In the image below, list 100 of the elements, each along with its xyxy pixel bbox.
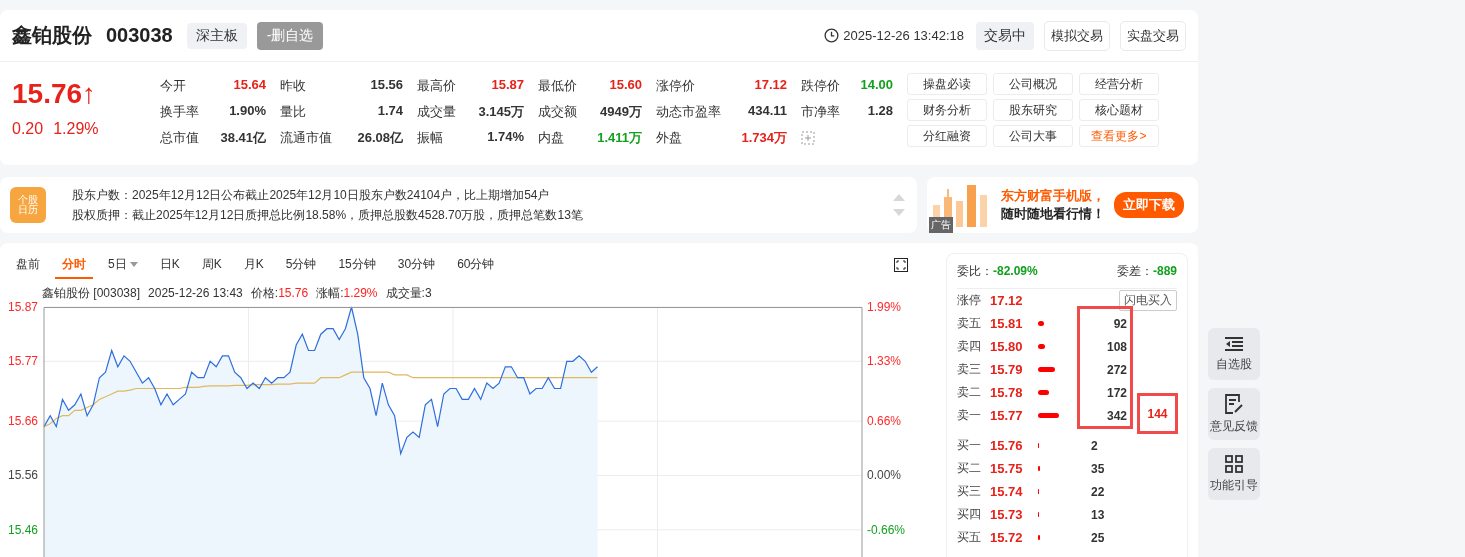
level-price: 15.78 bbox=[990, 385, 1024, 400]
grid-icon bbox=[1225, 454, 1243, 473]
level-price: 15.81 bbox=[990, 316, 1024, 331]
level-volume: 35 bbox=[1090, 461, 1106, 476]
stat-value: 15.56 bbox=[370, 77, 403, 94]
stat-value: 434.11 bbox=[747, 103, 787, 120]
trade-button[interactable]: 实盘交易 bbox=[1120, 20, 1186, 51]
current-price: 15.76↑ bbox=[12, 77, 98, 111]
ad-banner[interactable]: 广告 东方财富手机版， 随时随地看行情！ 立即下载 bbox=[927, 177, 1198, 233]
level-volume: 22 bbox=[1090, 484, 1106, 499]
level-label: 卖三 bbox=[957, 361, 982, 378]
level-label: 卖二 bbox=[957, 384, 982, 401]
stat-label: 最高价 bbox=[417, 77, 456, 95]
trade-button[interactable]: 模拟交易 bbox=[1044, 20, 1110, 51]
level-label: 卖四 bbox=[957, 338, 982, 355]
chart-tab[interactable]: 月K bbox=[236, 255, 271, 279]
stat-value: 15.60 bbox=[609, 77, 642, 94]
trading-status: 交易中 bbox=[976, 21, 1034, 50]
add-icon[interactable] bbox=[801, 131, 815, 145]
stat-label: 成交量 bbox=[417, 103, 456, 121]
stat-label: 最低价 bbox=[538, 77, 577, 95]
ad-label: 广告 bbox=[929, 217, 953, 233]
level-volume: 2 bbox=[1090, 438, 1099, 453]
stat-label: 涨停价 bbox=[656, 77, 695, 95]
chart-info: 成交量:3 bbox=[385, 286, 432, 300]
stat-value: 15.87 bbox=[491, 77, 524, 94]
quick-link[interactable]: 财务分析 bbox=[907, 99, 987, 121]
price-change: 0.20 bbox=[12, 120, 44, 138]
side-tool-button[interactable]: 自选股 bbox=[1208, 328, 1260, 380]
level-volume: 13 bbox=[1090, 507, 1106, 522]
stat-label: 市净率 bbox=[801, 103, 840, 121]
percent-axis-label: 1.99% bbox=[867, 300, 902, 314]
stat-value: 1.90% bbox=[229, 103, 266, 120]
stat-value: 1.411万 bbox=[597, 129, 642, 147]
level-price: 15.76 bbox=[990, 438, 1024, 453]
stat-label: 成交额 bbox=[538, 103, 577, 121]
stat-value: 15.64 bbox=[233, 77, 266, 94]
quick-link[interactable]: 股东研究 bbox=[993, 99, 1073, 121]
side-tool-button[interactable]: 意见反馈 bbox=[1208, 388, 1260, 440]
stock-code: 003038 bbox=[106, 24, 173, 47]
level-price: 15.80 bbox=[990, 339, 1024, 354]
ad-headline: 东方财富手机版， bbox=[1001, 187, 1105, 205]
chart-tab[interactable]: 5分钟 bbox=[278, 255, 324, 279]
quick-link[interactable]: 公司概况 bbox=[993, 73, 1073, 95]
chart-tab[interactable]: 30分钟 bbox=[390, 255, 443, 279]
stat-label: 量比 bbox=[280, 103, 306, 121]
stat-label: 换手率 bbox=[160, 103, 199, 121]
chart-tab[interactable]: 60分钟 bbox=[450, 255, 502, 279]
level-price: 15.73 bbox=[990, 507, 1024, 522]
stat-value: 26.08亿 bbox=[357, 129, 403, 147]
stat-label: 今开 bbox=[160, 77, 186, 95]
order-ratio: 委比：-82.09% bbox=[957, 262, 1038, 280]
chart-info: 鑫铂股份 [003038] bbox=[42, 286, 141, 300]
side-tool-button[interactable]: 功能引导 bbox=[1208, 448, 1260, 500]
chart-info: 涨幅:1.29% bbox=[316, 286, 378, 300]
level-volume: 108 bbox=[1105, 339, 1127, 354]
stat-label: 跌停价 bbox=[801, 77, 840, 95]
clock-icon bbox=[824, 28, 840, 43]
scroll-down-icon[interactable] bbox=[893, 209, 905, 217]
chart-tab[interactable]: 周K bbox=[194, 255, 229, 279]
percent-change: 1.29% bbox=[53, 120, 99, 138]
scroll-up-icon[interactable] bbox=[893, 193, 905, 201]
chart-tab[interactable]: 15分钟 bbox=[331, 255, 383, 279]
level-label: 买一 bbox=[957, 437, 982, 454]
stat-value: 3.145万 bbox=[478, 103, 524, 121]
stat-label: 流通市值 bbox=[280, 129, 332, 147]
stat-value: 1.28 bbox=[867, 103, 893, 120]
volume-bar bbox=[1038, 321, 1044, 326]
fullscreen-icon[interactable] bbox=[894, 258, 908, 272]
stock-name: 鑫铂股份 bbox=[12, 23, 92, 48]
quick-link[interactable]: 核心题材 bbox=[1079, 99, 1159, 121]
flash-buy-button[interactable]: 闪电买入 bbox=[1119, 290, 1177, 311]
level-volume: 25 bbox=[1090, 530, 1106, 545]
caret-icon[interactable] bbox=[129, 261, 138, 267]
stat-label: 外盘 bbox=[656, 129, 682, 147]
volume-bar bbox=[1038, 390, 1049, 395]
level-volume: 272 bbox=[1105, 362, 1127, 377]
chart-tab[interactable]: 盘前 bbox=[9, 255, 47, 279]
quick-link[interactable]: 公司大事 bbox=[993, 125, 1073, 147]
level-price: 15.74 bbox=[990, 484, 1024, 499]
stat-value: 1.74 bbox=[377, 103, 403, 120]
level-price: 15.79 bbox=[990, 362, 1024, 377]
price-axis-label: 15.66 bbox=[8, 414, 39, 429]
level-price: 15.72 bbox=[990, 530, 1024, 545]
price-axis-label: 15.46 bbox=[8, 522, 39, 537]
percent-axis-label: -0.66% bbox=[867, 522, 906, 537]
price-axis-label: 15.56 bbox=[8, 468, 39, 483]
volume-bar bbox=[1038, 367, 1055, 372]
stat-value: 1.74% bbox=[487, 129, 524, 146]
chart-tab[interactable]: 日K bbox=[152, 255, 187, 279]
chart-tab[interactable]: 5日 bbox=[101, 255, 145, 279]
stat-value: 4949万 bbox=[600, 103, 642, 121]
quick-link[interactable]: 经营分析 bbox=[1079, 73, 1159, 95]
percent-axis-label: 0.00% bbox=[867, 468, 902, 483]
quick-link[interactable]: 操盘必读 bbox=[907, 73, 987, 95]
stat-value: 1.734万 bbox=[741, 129, 787, 147]
stat-label: 昨收 bbox=[280, 77, 306, 95]
order-difference: 委差：-889 bbox=[1116, 262, 1177, 280]
quick-link[interactable]: 分红融资 bbox=[907, 125, 987, 147]
list-icon bbox=[1224, 335, 1244, 352]
